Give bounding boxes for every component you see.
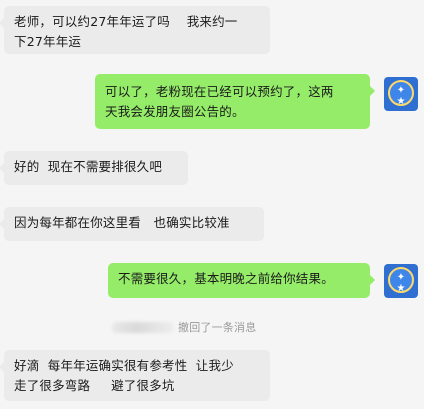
avatar[interactable]: ✦ ★: [384, 77, 418, 111]
message-text: 下27年年运: [14, 34, 82, 49]
message-text: 天我会发朋友圈公告的。: [105, 104, 245, 119]
blurred-sender-name: [112, 321, 174, 333]
message-bubble[interactable]: 老师，可以约27年年运了吗 我来约一 下27年年运: [0, 6, 270, 54]
message-bubble[interactable]: 好滴 每年年运确实很有参考性 让我少 走了很多弯路 避了很多坑: [0, 350, 270, 401]
recall-notice-text: 撤回了一条消息: [178, 321, 257, 334]
recall-notice: 撤回了一条消息: [112, 318, 256, 336]
message-text: 可以了，老粉现在已经可以预约了，这两: [105, 84, 334, 99]
message-bubble[interactable]: 因为每年都在你这里看 也确实比较准: [0, 207, 264, 241]
message-text: 因为每年都在你这里看 也确实比较准: [14, 215, 230, 230]
message-text: 老师，可以约27年年运了吗 我来约一: [14, 14, 238, 29]
brand-logo-icon: ✦ ★: [396, 85, 406, 107]
message-text: 好滴 每年年运确实很有参考性 让我少: [14, 358, 234, 373]
avatar[interactable]: ✦ ★: [384, 264, 418, 298]
message-text: 不需要很久，基本明晚之前给你结果。: [118, 271, 334, 286]
message-text: 走了很多弯路 避了很多坑: [14, 378, 175, 393]
message-bubble[interactable]: 好的 现在不需要排很久吧: [0, 151, 188, 185]
message-bubble[interactable]: 可以了，老粉现在已经可以预约了，这两 天我会发朋友圈公告的。: [95, 74, 375, 129]
brand-logo-icon: ✦ ★: [396, 272, 406, 294]
message-bubble[interactable]: 不需要很久，基本明晚之前给你结果。: [108, 263, 375, 298]
message-text: 好的 现在不需要排很久吧: [14, 159, 163, 174]
